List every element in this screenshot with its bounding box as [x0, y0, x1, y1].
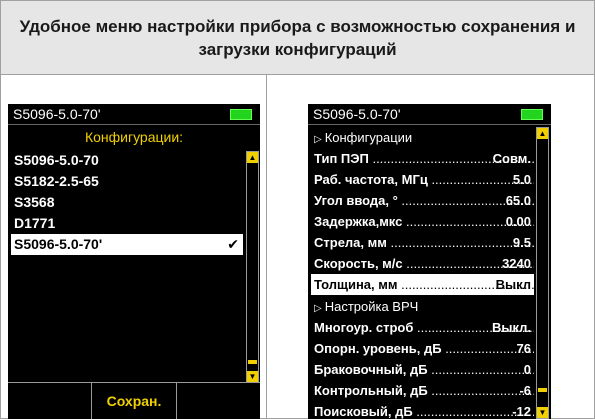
menu-section-configurations[interactable]: Конфигурации — [311, 127, 534, 148]
device-screen-settings: S5096-5.0-70' Конфигурации Тип ПЭПСовм. … — [308, 104, 551, 419]
menu-value: Совм. — [492, 151, 531, 166]
menu-item[interactable]: Многоур. стробВыкл. — [311, 317, 534, 338]
menu-label: Раб. частота, МГц — [314, 172, 534, 187]
scroll-up-arrow-icon[interactable]: ▲ — [537, 128, 548, 139]
scrollbar[interactable]: ▲ ▼ — [246, 151, 259, 383]
menu-item[interactable]: Браковочный, дБ0 — [311, 359, 534, 380]
device-name: S5096-5.0-70' — [313, 106, 401, 122]
scroll-up-arrow-icon[interactable]: ▲ — [247, 152, 258, 163]
menu-item[interactable]: Скорость, м/с3240 — [311, 253, 534, 274]
menu-item[interactable]: Угол ввода, °65.0 — [311, 190, 534, 211]
list-item[interactable]: S5182-2.5-65 — [11, 171, 243, 192]
menu-item[interactable]: Стрела, мм9.5 — [311, 232, 534, 253]
menu-value: 65.0 — [505, 193, 531, 208]
page-title: Удобное меню настройки прибора с возможн… — [19, 16, 576, 59]
header: Удобное меню настройки прибора с возможн… — [1, 1, 594, 75]
save-softkey[interactable]: Сохран. — [92, 383, 177, 419]
menu-value: 5.0 — [512, 172, 531, 187]
menu-value: -12 — [512, 404, 531, 419]
config-name: S3568 — [14, 194, 55, 210]
menu-value: Выкл. — [491, 320, 531, 335]
menu-label: Стрела, мм — [314, 235, 534, 250]
device-screen-configurations: S5096-5.0-70' Конфигурации: S5096-5.0-70… — [8, 104, 260, 419]
menu-label: Угол ввода, ° — [314, 193, 534, 208]
scroll-thumb[interactable] — [538, 388, 547, 392]
column-divider — [266, 75, 267, 419]
status-bar: S5096-5.0-70' — [8, 104, 260, 125]
config-name: D1771 — [14, 215, 56, 231]
menu-item[interactable]: Поисковый, дБ-12 — [311, 401, 534, 419]
settings-menu: Конфигурации Тип ПЭПСовм. Раб. частота, … — [311, 127, 534, 419]
menu-value: -6 — [519, 383, 531, 398]
menu-section-tcg[interactable]: Настройка ВРЧ — [311, 296, 534, 317]
scroll-thumb[interactable] — [248, 360, 257, 364]
list-item[interactable]: S3568 — [11, 192, 243, 213]
list-item-selected[interactable]: S5096-5.0-70' ✔ — [11, 234, 243, 255]
menu-item[interactable]: Контрольный, дБ-6 — [311, 380, 534, 401]
menu-item[interactable]: Тип ПЭПСовм. — [311, 148, 534, 169]
menu-item[interactable]: Опорн. уровень, дБ76 — [311, 338, 534, 359]
softkey-left[interactable] — [8, 383, 93, 419]
menu-label: Задержка,мкс — [314, 214, 534, 229]
menu-value: 0.00 — [505, 214, 531, 229]
device-name: S5096-5.0-70' — [13, 106, 101, 122]
softkey-bar: Сохран. — [8, 382, 260, 419]
menu-item[interactable]: Задержка,мкс0.00 — [311, 211, 534, 232]
softkey-right[interactable] — [177, 383, 260, 419]
list-item[interactable]: D1771 — [11, 213, 243, 234]
menu-item[interactable]: Раб. частота, МГц5.0 — [311, 169, 534, 190]
menu-value: 9.5 — [512, 235, 531, 250]
menu-label: Поисковый, дБ — [314, 404, 534, 419]
checkmark-icon: ✔ — [227, 236, 239, 252]
menu-label: Скорость, м/с — [314, 256, 534, 271]
menu-label: Браковочный, дБ — [314, 362, 534, 377]
list-item[interactable]: S5096-5.0-70 — [11, 150, 243, 171]
battery-full-icon — [521, 109, 543, 120]
status-bar: S5096-5.0-70' — [308, 104, 551, 125]
config-name: S5096-5.0-70 — [14, 152, 99, 168]
menu-value: 0 — [523, 362, 531, 377]
menu-label: Опорн. уровень, дБ — [314, 341, 534, 356]
battery-full-icon — [230, 109, 252, 120]
scrollbar[interactable]: ▲ ▼ — [536, 127, 549, 419]
menu-label: Конфигурации — [324, 130, 413, 145]
configuration-list: S5096-5.0-70 S5182-2.5-65 S3568 D1771 S5… — [11, 150, 243, 255]
config-name: S5096-5.0-70' — [14, 236, 103, 252]
menu-label: Контрольный, дБ — [314, 383, 534, 398]
menu-value: 3240 — [502, 256, 531, 271]
scroll-down-arrow-icon[interactable]: ▼ — [247, 371, 258, 382]
menu-value: Выкл — [495, 277, 531, 292]
config-name: S5182-2.5-65 — [14, 173, 99, 189]
menu-label: Настройка ВРЧ — [324, 299, 419, 314]
scroll-down-arrow-icon[interactable]: ▼ — [537, 407, 548, 418]
menu-item-selected[interactable]: Толщина, ммВыкл — [311, 274, 534, 296]
menu-value: 76 — [516, 341, 531, 356]
screen-title: Конфигурации: — [84, 129, 184, 145]
